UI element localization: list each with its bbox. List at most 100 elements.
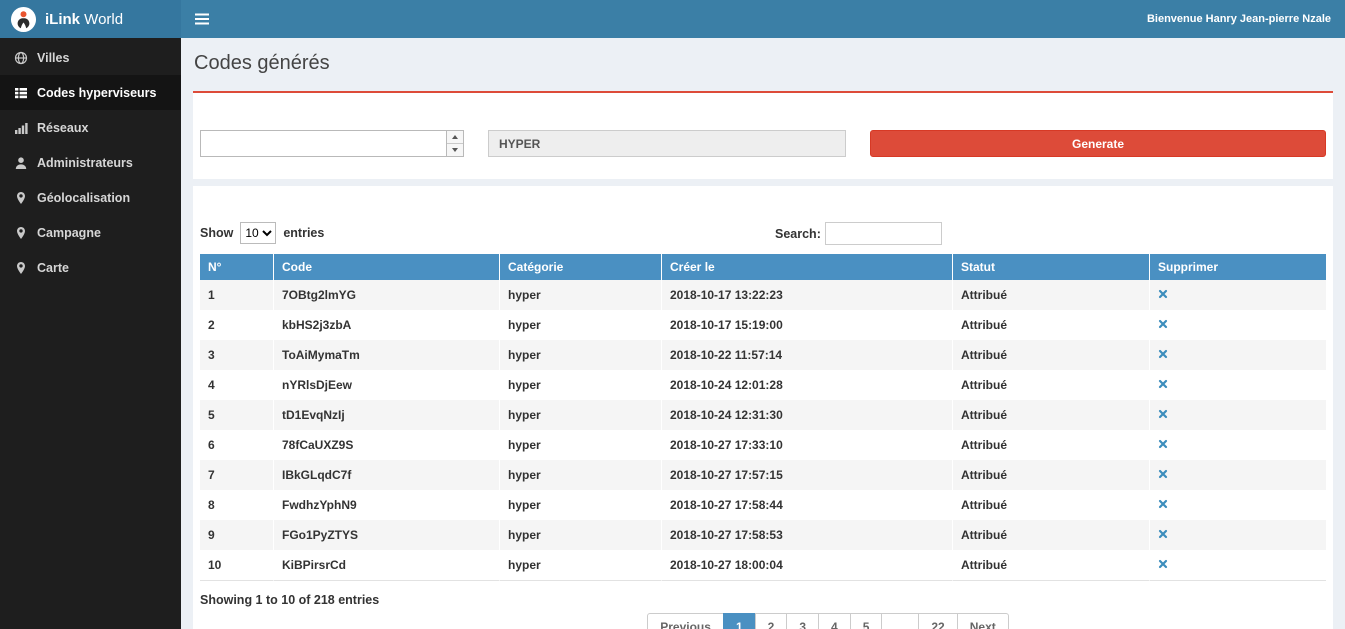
sidebar-item-campagne[interactable]: Campagne	[0, 215, 181, 250]
entries-label: entries	[283, 226, 324, 240]
pagination-previous[interactable]: Previous	[647, 613, 724, 629]
table-cell: kbHS2j3zbA	[274, 310, 500, 340]
delete-x-icon[interactable]	[1158, 409, 1168, 419]
pagination-page-4[interactable]: 4	[818, 613, 851, 629]
show-label: Show	[200, 226, 233, 240]
sidebar-item-reseaux[interactable]: Réseaux	[0, 110, 181, 145]
sidebar-item-carte[interactable]: Carte	[0, 250, 181, 285]
table-cell: 2018-10-27 18:00:04	[662, 550, 953, 581]
table-cell: Attribué	[953, 370, 1150, 400]
page-title: Codes générés	[194, 52, 1333, 75]
pagination-next[interactable]: Next	[957, 613, 1009, 629]
user-icon	[14, 156, 28, 170]
table-cell: 2018-10-17 13:22:23	[662, 280, 953, 310]
list-icon	[14, 86, 28, 100]
sidebar-toggle-icon[interactable]	[195, 13, 209, 25]
pagination-page-22[interactable]: 22	[918, 613, 957, 629]
sidebar-item-label: Codes hyperviseurs	[37, 86, 157, 100]
table-cell: 2018-10-17 15:19:00	[662, 310, 953, 340]
table-cell-delete	[1150, 280, 1326, 310]
generate-button[interactable]: Generate	[870, 130, 1326, 157]
table-cell: hyper	[500, 490, 662, 520]
table-cell: IBkGLqdC7f	[274, 460, 500, 490]
table-cell: 9	[200, 520, 274, 550]
table-cell-delete	[1150, 370, 1326, 400]
table-cell-delete	[1150, 490, 1326, 520]
sidebar-item-label: Administrateurs	[37, 156, 133, 170]
table-cell: 2018-10-24 12:31:30	[662, 400, 953, 430]
delete-x-icon[interactable]	[1158, 529, 1168, 539]
column-header[interactable]: Supprimer	[1150, 254, 1326, 280]
map-marker-icon	[14, 261, 28, 275]
table-cell: Attribué	[953, 310, 1150, 340]
quantity-input[interactable]	[200, 130, 464, 157]
table-cell: Attribué	[953, 430, 1150, 460]
delete-x-icon[interactable]	[1158, 379, 1168, 389]
table-row: 7IBkGLqdC7fhyper2018-10-27 17:57:15Attri…	[200, 460, 1326, 490]
quantity-spinner	[446, 131, 463, 156]
pagination-page-1[interactable]: 1	[723, 613, 756, 629]
table-cell: Attribué	[953, 400, 1150, 430]
table-cell-delete	[1150, 460, 1326, 490]
welcome-message[interactable]: Bienvenue Hanry Jean-pierre Nzale	[1147, 13, 1331, 25]
pagination-page-3[interactable]: 3	[786, 613, 819, 629]
pagination-page-2[interactable]: 2	[755, 613, 788, 629]
sidebar-item-administrateurs[interactable]: Administrateurs	[0, 145, 181, 180]
table-row: 17OBtg2lmYGhyper2018-10-17 13:22:23Attri…	[200, 280, 1326, 310]
table-cell: 2018-10-24 12:01:28	[662, 370, 953, 400]
logo-bar[interactable]: iLink World	[0, 0, 181, 38]
spinner-up-icon[interactable]	[447, 131, 463, 144]
table-cell: KiBPirsrCd	[274, 550, 500, 581]
delete-x-icon[interactable]	[1158, 469, 1168, 479]
table-row: 5tD1EvqNzIjhyper2018-10-24 12:31:30Attri…	[200, 400, 1326, 430]
sidebar-item-villes[interactable]: Villes	[0, 40, 181, 75]
search-input[interactable]	[825, 222, 942, 245]
table-row: 3ToAiMymaTmhyper2018-10-22 11:57:14Attri…	[200, 340, 1326, 370]
table-row: 678fCaUXZ9Shyper2018-10-27 17:33:10Attri…	[200, 430, 1326, 460]
delete-x-icon[interactable]	[1158, 349, 1168, 359]
delete-x-icon[interactable]	[1158, 499, 1168, 509]
sidebar-item-label: Géolocalisation	[37, 191, 130, 205]
table-cell: hyper	[500, 460, 662, 490]
delete-x-icon[interactable]	[1158, 439, 1168, 449]
pagination-page-5[interactable]: 5	[850, 613, 883, 629]
table-cell: 5	[200, 400, 274, 430]
column-header[interactable]: Statut	[953, 254, 1150, 280]
column-header[interactable]: Catégorie	[500, 254, 662, 280]
quantity-field[interactable]	[201, 131, 446, 156]
table-cell: Attribué	[953, 460, 1150, 490]
table-cell: hyper	[500, 310, 662, 340]
table-cell: 4	[200, 370, 274, 400]
sidebar-menu: Villes Codes hyperviseurs Réseaux Administr…	[0, 38, 181, 285]
codes-table-panel: Show 10 entries Search: N°CodeCatégorieC…	[193, 186, 1333, 629]
table-cell: Attribué	[953, 490, 1150, 520]
map-marker-icon	[14, 226, 28, 240]
main-content: Codes générés Generate Show 10 entries	[181, 38, 1345, 629]
table-header-row: N°CodeCatégorieCréer leStatutSupprimer	[200, 254, 1326, 280]
sidebar-item-label: Carte	[37, 261, 69, 275]
table-cell: FwdhzYphN9	[274, 490, 500, 520]
table-row: 2kbHS2j3zbAhyper2018-10-17 15:19:00Attri…	[200, 310, 1326, 340]
table-info: Showing 1 to 10 of 218 entries	[200, 593, 1326, 607]
table-cell-delete	[1150, 310, 1326, 340]
spinner-down-icon[interactable]	[447, 144, 463, 156]
delete-x-icon[interactable]	[1158, 319, 1168, 329]
page-length-select[interactable]: 10	[240, 222, 276, 244]
table-cell-delete	[1150, 520, 1326, 550]
sidebar-item-codes-hyperviseurs[interactable]: Codes hyperviseurs	[0, 75, 181, 110]
delete-x-icon[interactable]	[1158, 559, 1168, 569]
column-header[interactable]: Créer le	[662, 254, 953, 280]
column-header[interactable]: Code	[274, 254, 500, 280]
table-cell: 1	[200, 280, 274, 310]
sidebar-item-geolocalisation[interactable]: Géolocalisation	[0, 180, 181, 215]
delete-x-icon[interactable]	[1158, 289, 1168, 299]
table-cell: tD1EvqNzIj	[274, 400, 500, 430]
category-field	[488, 130, 846, 157]
table-cell-delete	[1150, 400, 1326, 430]
table-cell: Attribué	[953, 550, 1150, 581]
globe-icon	[14, 51, 28, 65]
column-header[interactable]: N°	[200, 254, 274, 280]
table-row: 8FwdhzYphN9hyper2018-10-27 17:58:44Attri…	[200, 490, 1326, 520]
table-cell: 7OBtg2lmYG	[274, 280, 500, 310]
table-row: 9FGo1PyZTYShyper2018-10-27 17:58:53Attri…	[200, 520, 1326, 550]
